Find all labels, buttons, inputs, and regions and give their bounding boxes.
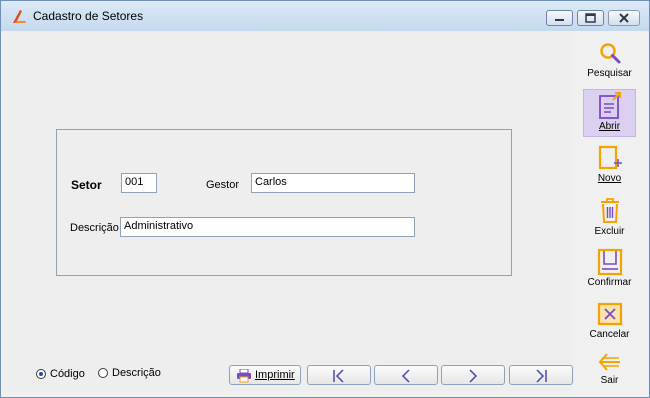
chevron-left-icon	[401, 369, 410, 383]
chevron-right-icon	[469, 369, 478, 383]
search-icon	[599, 43, 620, 64]
close-icon	[619, 13, 629, 23]
maximize-button[interactable]	[577, 10, 604, 26]
window-title: Cadastro de Setores	[33, 9, 144, 23]
exit-icon	[598, 353, 620, 371]
next-record-button[interactable]	[441, 365, 505, 385]
gestor-label: Gestor	[206, 179, 240, 191]
sidebar-sair-label: Sair	[600, 375, 619, 386]
sidebar-excluir-button[interactable]: Excluir	[583, 195, 636, 243]
order-codigo-label[interactable]: Código	[50, 368, 85, 380]
last-record-button[interactable]	[509, 365, 573, 385]
first-icon	[333, 369, 344, 383]
first-record-button[interactable]	[307, 365, 371, 385]
sidebar-pesquisar-button[interactable]: Pesquisar	[583, 39, 636, 87]
sidebar-novo-button[interactable]: Novo	[583, 142, 636, 190]
maximize-icon	[585, 13, 596, 23]
minimize-icon	[555, 19, 564, 21]
trash-icon	[600, 198, 619, 223]
title-bar: Cadastro de Setores	[1, 1, 649, 31]
sidebar-confirmar-button[interactable]: Confirmar	[583, 246, 636, 294]
order-codigo-radio[interactable]	[36, 369, 46, 379]
sidebar-abrir-label: Abrir	[598, 121, 621, 132]
descricao-label: Descrição	[70, 222, 119, 234]
new-icon	[598, 145, 622, 170]
sidebar-cancelar-label: Cancelar	[589, 329, 630, 340]
form-panel	[56, 129, 512, 276]
printer-icon	[237, 369, 251, 383]
sidebar-cancelar-button[interactable]: Cancelar	[583, 298, 636, 346]
sidebar-sair-button[interactable]: Sair	[583, 348, 636, 396]
order-descricao-radio[interactable]	[98, 368, 108, 378]
close-button[interactable]	[608, 10, 640, 26]
sidebar-abrir-button[interactable]: Abrir	[583, 89, 636, 137]
window: Cadastro de Setores Setor 001 Gestor Car…	[0, 0, 650, 398]
print-label: Imprimir	[255, 369, 295, 381]
save-icon	[597, 248, 622, 276]
app-logo-icon	[13, 10, 26, 23]
open-icon	[598, 92, 621, 119]
sidebar-excluir-label: Excluir	[594, 226, 625, 237]
print-button[interactable]: Imprimir	[229, 365, 301, 385]
gestor-input[interactable]: Carlos	[251, 173, 415, 193]
sidebar-novo-label: Novo	[597, 173, 622, 184]
cancel-icon	[597, 302, 622, 326]
last-icon	[536, 369, 547, 383]
setor-label: Setor	[71, 178, 102, 192]
sidebar-pesquisar-label: Pesquisar	[587, 68, 632, 79]
descricao-input[interactable]: Administrativo	[120, 217, 415, 237]
minimize-button[interactable]	[546, 10, 573, 26]
sidebar-confirmar-label: Confirmar	[587, 277, 632, 288]
previous-record-button[interactable]	[374, 365, 438, 385]
order-descricao-label[interactable]: Descrição	[112, 367, 161, 379]
setor-input[interactable]: 001	[121, 173, 157, 193]
